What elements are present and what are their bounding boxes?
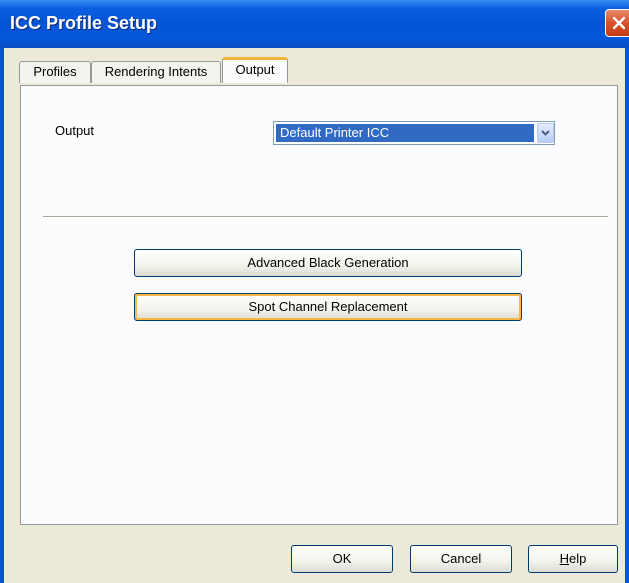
output-profile-select[interactable]: Default Printer ICC bbox=[273, 121, 555, 145]
spot-channel-replacement-button[interactable]: Spot Channel Replacement bbox=[134, 293, 522, 321]
dropdown-button[interactable] bbox=[537, 123, 554, 143]
ok-button[interactable]: OK bbox=[291, 545, 393, 573]
tab-rendering-intents[interactable]: Rendering Intents bbox=[91, 61, 221, 83]
advanced-black-generation-button[interactable]: Advanced Black Generation bbox=[134, 249, 522, 277]
close-button[interactable] bbox=[605, 9, 629, 37]
output-profile-selected-value: Default Printer ICC bbox=[276, 124, 534, 142]
help-label-rest: elp bbox=[569, 551, 587, 566]
close-icon bbox=[612, 16, 626, 30]
window-frame-right bbox=[625, 48, 629, 583]
output-tab-panel: Output Default Printer ICC Advanced Blac… bbox=[20, 85, 618, 525]
chevron-down-icon bbox=[541, 130, 550, 136]
window-title: ICC Profile Setup bbox=[10, 13, 158, 33]
tab-output[interactable]: Output bbox=[222, 57, 288, 83]
window-frame-left bbox=[0, 48, 4, 583]
tab-profiles[interactable]: Profiles bbox=[19, 61, 91, 83]
output-label: Output bbox=[55, 123, 95, 138]
cancel-button[interactable]: Cancel bbox=[410, 545, 512, 573]
help-mnemonic: H bbox=[559, 551, 570, 566]
separator bbox=[43, 216, 608, 218]
title-bar[interactable]: ICC Profile Setup bbox=[0, 0, 629, 48]
dialog-window: ICC Profile Setup Profiles Rendering Int… bbox=[0, 0, 629, 583]
help-button[interactable]: Help bbox=[528, 545, 618, 573]
